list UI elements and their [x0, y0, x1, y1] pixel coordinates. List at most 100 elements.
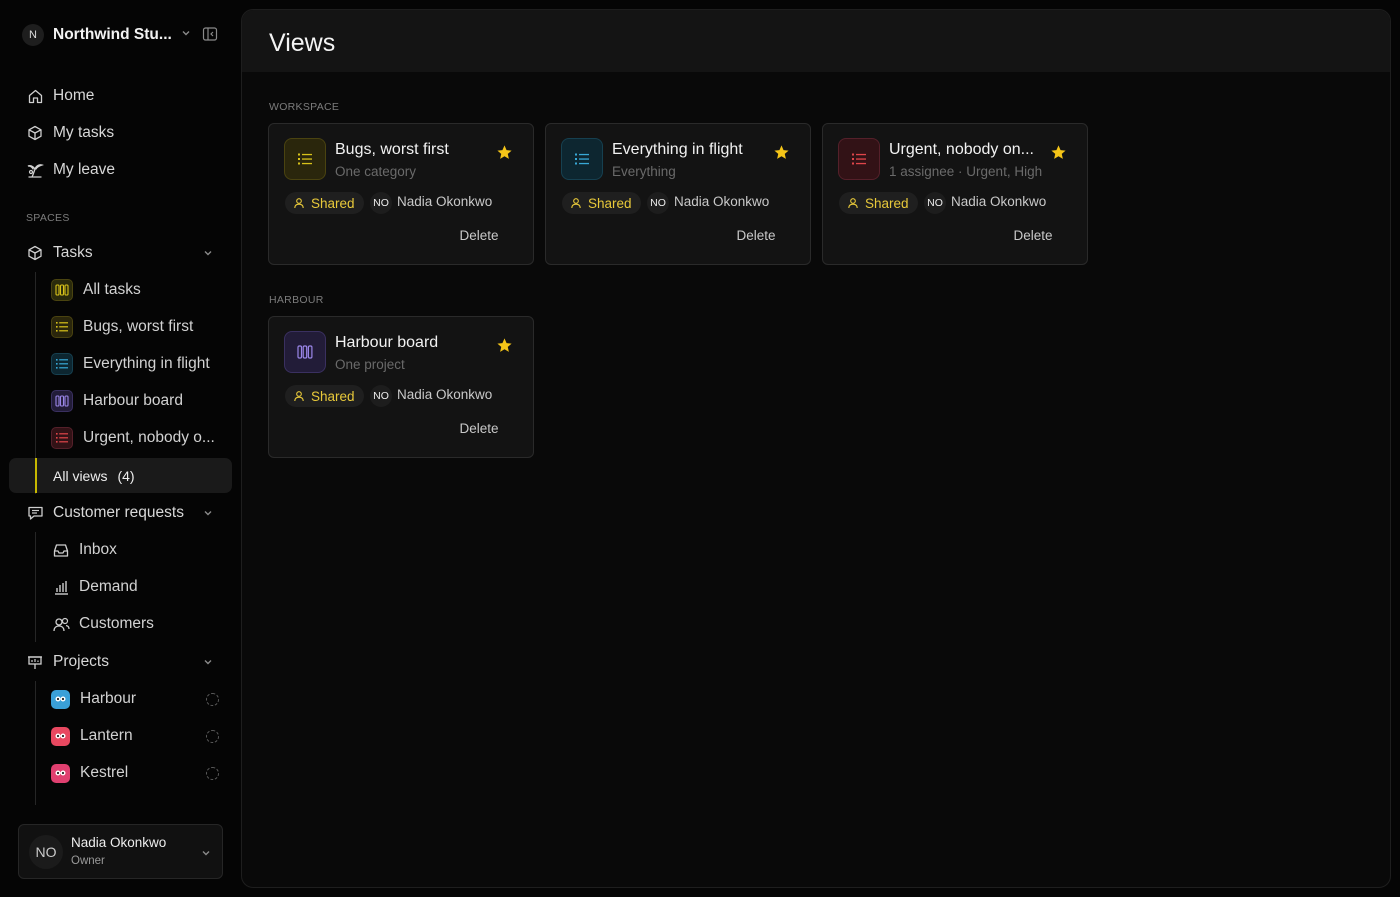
nav-my-leave[interactable]: My leave	[26, 157, 226, 183]
space-tasks-label: Tasks	[53, 244, 93, 261]
view-item-label: Bugs, worst first	[83, 318, 194, 335]
request-item-inbox[interactable]: Inbox	[51, 537, 231, 563]
cube-icon	[26, 124, 44, 142]
workspace-avatar: N	[22, 24, 44, 46]
shared-badge: Shared	[562, 192, 641, 214]
user-menu[interactable]: NO Nadia Okonkwo Owner	[18, 824, 223, 879]
delete-button[interactable]: Delete	[726, 222, 786, 248]
project-item-label: Lantern	[80, 727, 133, 744]
nav-my-leave-label: My leave	[53, 161, 116, 178]
sidebar-collapse-icon[interactable]	[202, 26, 218, 42]
avatar: NO	[647, 192, 669, 214]
board-icon	[51, 279, 73, 301]
chevron-down-icon[interactable]	[202, 507, 214, 519]
shared-badge-label: Shared	[311, 195, 355, 211]
view-card-subtitle: One category	[335, 164, 417, 179]
main-panel: Views WORKSPACE Bugs, worst first One ca…	[241, 9, 1391, 888]
view-card[interactable]: Urgent, nobody on... 1 assignee · Urgent…	[822, 123, 1088, 265]
view-card-subtitle: Everything	[612, 164, 676, 179]
page-title: Views	[269, 29, 336, 57]
palm-tree-icon	[26, 161, 44, 179]
project-item-label: Harbour	[80, 690, 136, 707]
view-card[interactable]: Everything in flight Everything Shared N…	[545, 123, 811, 265]
list-icon	[51, 353, 73, 375]
shared-badge: Shared	[285, 385, 364, 407]
nav-home-label: Home	[53, 87, 95, 104]
list-icon	[51, 427, 73, 449]
user-icon	[293, 197, 305, 209]
view-item-everything[interactable]: Everything in flight	[51, 351, 231, 377]
user-icon	[570, 197, 582, 209]
user-icon	[847, 197, 859, 209]
board-icon	[284, 331, 326, 373]
shared-badge-label: Shared	[865, 195, 909, 211]
view-item-bugs[interactable]: Bugs, worst first	[51, 314, 231, 340]
view-item-all-tasks[interactable]: All tasks	[51, 277, 231, 303]
user-icon	[293, 390, 305, 402]
view-card[interactable]: Bugs, worst first One category Shared NO…	[268, 123, 534, 265]
section-label-workspace: WORKSPACE	[269, 101, 340, 113]
delete-button[interactable]: Delete	[1003, 222, 1063, 248]
avatar: NO	[29, 835, 63, 869]
chevron-down-icon[interactable]	[202, 656, 214, 668]
status-circle-icon[interactable]	[206, 730, 219, 743]
space-tasks[interactable]: Tasks	[26, 240, 216, 266]
sidebar: N Northwind Stu... Home My tasks My leav…	[0, 0, 241, 897]
avatar: NO	[370, 192, 392, 214]
nav-my-tasks[interactable]: My tasks	[26, 120, 226, 146]
view-item-label: All tasks	[83, 281, 141, 298]
user-name: Nadia Okonkwo	[71, 835, 167, 850]
project-item-kestrel[interactable]: Kestrel	[51, 760, 231, 786]
bar-chart-icon	[51, 577, 71, 597]
chevron-down-icon[interactable]	[180, 27, 192, 39]
owner-name: Nadia Okonkwo	[674, 194, 770, 209]
delete-button[interactable]: Delete	[449, 415, 509, 441]
home-icon	[26, 87, 44, 105]
owner-name: Nadia Okonkwo	[397, 387, 493, 402]
shared-badge: Shared	[285, 192, 364, 214]
tree-line	[35, 532, 36, 642]
view-card-title: Bugs, worst first	[335, 141, 449, 158]
project-item-harbour[interactable]: Harbour	[51, 686, 231, 712]
space-projects[interactable]: Projects	[26, 649, 216, 675]
users-icon	[51, 614, 71, 634]
all-views-item[interactable]: All views (4)	[9, 458, 232, 493]
request-item-customers[interactable]: Customers	[51, 611, 231, 637]
view-card[interactable]: Harbour board One project Shared NO Nadi…	[268, 316, 534, 458]
view-card-subtitle: 1 assignee · Urgent, High	[889, 164, 1043, 179]
all-views-label: All views	[53, 467, 108, 484]
cube-icon	[26, 244, 44, 262]
board-icon	[51, 390, 73, 412]
shared-badge-label: Shared	[311, 388, 355, 404]
tree-line	[35, 681, 36, 805]
project-avatar-icon	[51, 689, 70, 709]
star-icon[interactable]	[496, 337, 513, 354]
chevron-down-icon	[202, 851, 210, 856]
status-circle-icon[interactable]	[206, 693, 219, 706]
nav-home[interactable]: Home	[26, 83, 226, 109]
request-item-demand[interactable]: Demand	[51, 574, 231, 600]
list-icon	[561, 138, 603, 180]
space-customer-requests[interactable]: Customer requests	[26, 500, 216, 526]
nav-my-tasks-label: My tasks	[53, 124, 115, 141]
status-circle-icon[interactable]	[206, 767, 219, 780]
view-card-title: Urgent, nobody on...	[889, 141, 1034, 158]
view-item-harbour-board[interactable]: Harbour board	[51, 388, 231, 414]
view-item-urgent[interactable]: Urgent, nobody o...	[51, 425, 231, 451]
star-icon[interactable]	[496, 144, 513, 161]
workspace-name: Northwind Stu...	[53, 26, 172, 43]
project-item-lantern[interactable]: Lantern	[51, 723, 231, 749]
chevron-down-icon[interactable]	[202, 247, 214, 259]
view-item-label: Everything in flight	[83, 355, 210, 372]
view-card-subtitle: One project	[335, 357, 405, 372]
star-icon[interactable]	[773, 144, 790, 161]
view-card-title: Harbour board	[335, 334, 439, 351]
workspace-switcher[interactable]: N Northwind Stu...	[22, 22, 222, 48]
chat-icon	[26, 504, 44, 522]
page-header: Views	[242, 10, 1390, 72]
delete-button[interactable]: Delete	[449, 222, 509, 248]
active-indicator	[35, 458, 37, 493]
view-item-label: Urgent, nobody o...	[83, 429, 215, 446]
shared-badge: Shared	[839, 192, 918, 214]
star-icon[interactable]	[1050, 144, 1067, 161]
